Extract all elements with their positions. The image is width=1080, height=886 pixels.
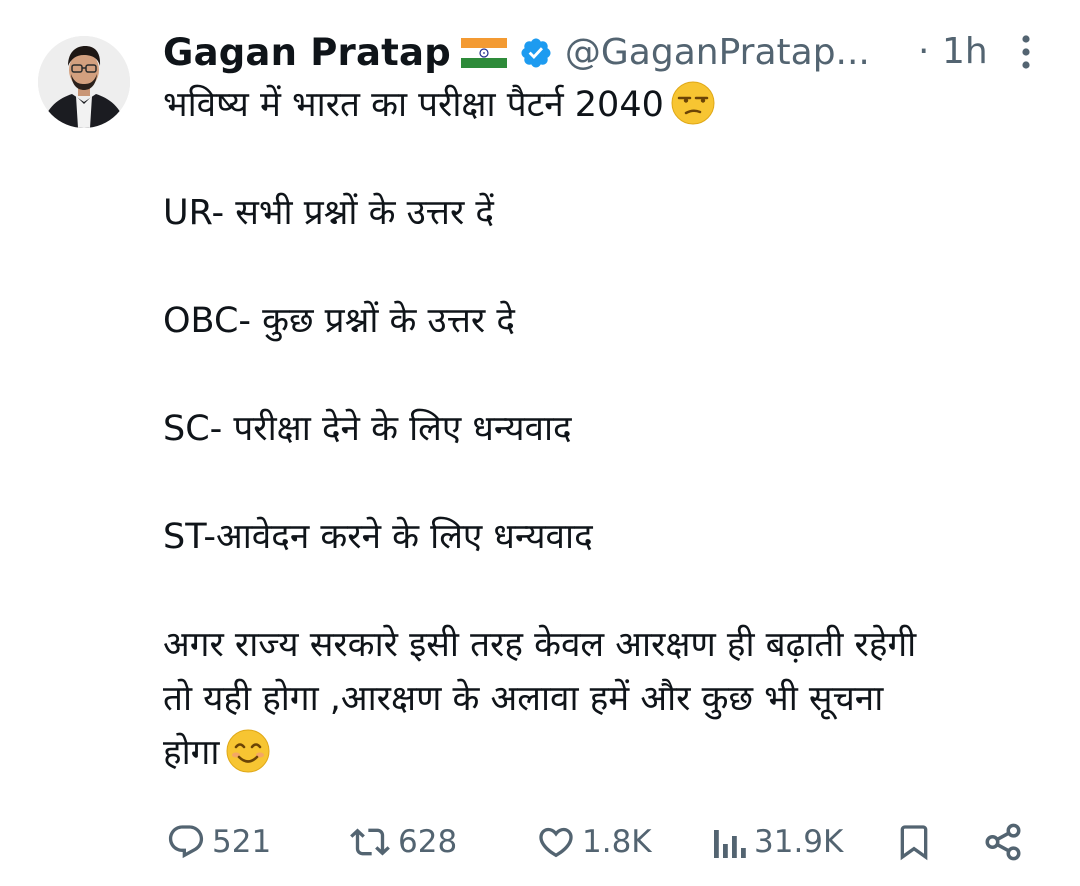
- views-button[interactable]: 31.9K: [712, 812, 843, 872]
- tweet[interactable]: Gagan Pratap @GaganPratap... · 1h भविष्य…: [0, 0, 1080, 886]
- verified-badge-icon[interactable]: [519, 36, 553, 70]
- tweet-line-text: SC- परीक्षा देने के लिए धन्यवाद: [163, 409, 572, 449]
- tweet-line: होगा: [163, 726, 1053, 780]
- tweet-text: भविष्य में भारत का परीक्षा पैटर्न 2040 U…: [163, 78, 1053, 780]
- tweet-line: ST-आवेदन करने के लिए धन्यवाद: [163, 510, 1053, 564]
- tweet-header: Gagan Pratap @GaganPratap...: [163, 26, 870, 78]
- tweet-line-text: होगा: [163, 733, 220, 773]
- tweet-line: UR- सभी प्रश्नों के उत्तर दें: [163, 186, 1053, 240]
- tweet-line: SC- परीक्षा देने के लिए धन्यवाद: [163, 402, 1053, 456]
- unamused-face-emoji: [670, 80, 716, 126]
- share-icon: [982, 821, 1024, 863]
- like-button[interactable]: 1.8K: [536, 812, 652, 872]
- tweet-line-text: OBC- कुछ प्रश्नों के उत्तर दे: [163, 301, 515, 341]
- bookmark-button[interactable]: [894, 812, 934, 872]
- share-button[interactable]: [982, 812, 1024, 872]
- header-separator: ·: [918, 31, 930, 72]
- retweet-icon: [348, 822, 392, 862]
- tweet-timestamp[interactable]: 1h: [942, 26, 988, 78]
- avatar-image: [38, 36, 130, 128]
- action-bar: 521 628 1.8K 31.9K: [0, 812, 1080, 872]
- tweet-line: OBC- कुछ प्रश्नों के उत्तर दे: [163, 294, 1053, 348]
- bookmark-icon: [894, 820, 934, 864]
- reply-button[interactable]: 521: [166, 812, 271, 872]
- reply-count: 521: [212, 824, 272, 860]
- like-count: 1.8K: [582, 824, 652, 860]
- retweet-count: 628: [398, 824, 458, 860]
- tweet-line-text: UR- सभी प्रश्नों के उत्तर दें: [163, 193, 494, 233]
- tweet-line-text: भविष्य में भारत का परीक्षा पैटर्न 2040: [163, 85, 664, 125]
- tweet-line: तो यही होगा ,आरक्षण के अलावा हमें और कुछ…: [163, 672, 1053, 726]
- tweet-line-text: ST-आवेदन करने के लिए धन्यवाद: [163, 517, 593, 557]
- more-options-icon[interactable]: [1012, 32, 1040, 72]
- india-flag-icon: [460, 38, 507, 68]
- tweet-line: भविष्य में भारत का परीक्षा पैटर्न 2040: [163, 78, 1053, 132]
- retweet-button[interactable]: 628: [348, 812, 457, 872]
- views-icon: [712, 822, 748, 862]
- heart-icon: [536, 822, 576, 862]
- reply-icon: [166, 822, 206, 862]
- avatar[interactable]: [38, 36, 130, 128]
- tweet-line-text: तो यही होगा ,आरक्षण के अलावा हमें और कुछ…: [163, 679, 884, 719]
- tweet-line: अगर राज्य सरकारे इसी तरह केवल आरक्षण ही …: [163, 618, 1053, 672]
- author-handle[interactable]: @GaganPratap...: [565, 32, 870, 73]
- smiling-face-emoji: [225, 728, 271, 774]
- author-name[interactable]: Gagan Pratap: [163, 31, 451, 74]
- tweet-line-text: अगर राज्य सरकारे इसी तरह केवल आरक्षण ही …: [163, 625, 917, 665]
- views-count: 31.9K: [754, 824, 844, 860]
